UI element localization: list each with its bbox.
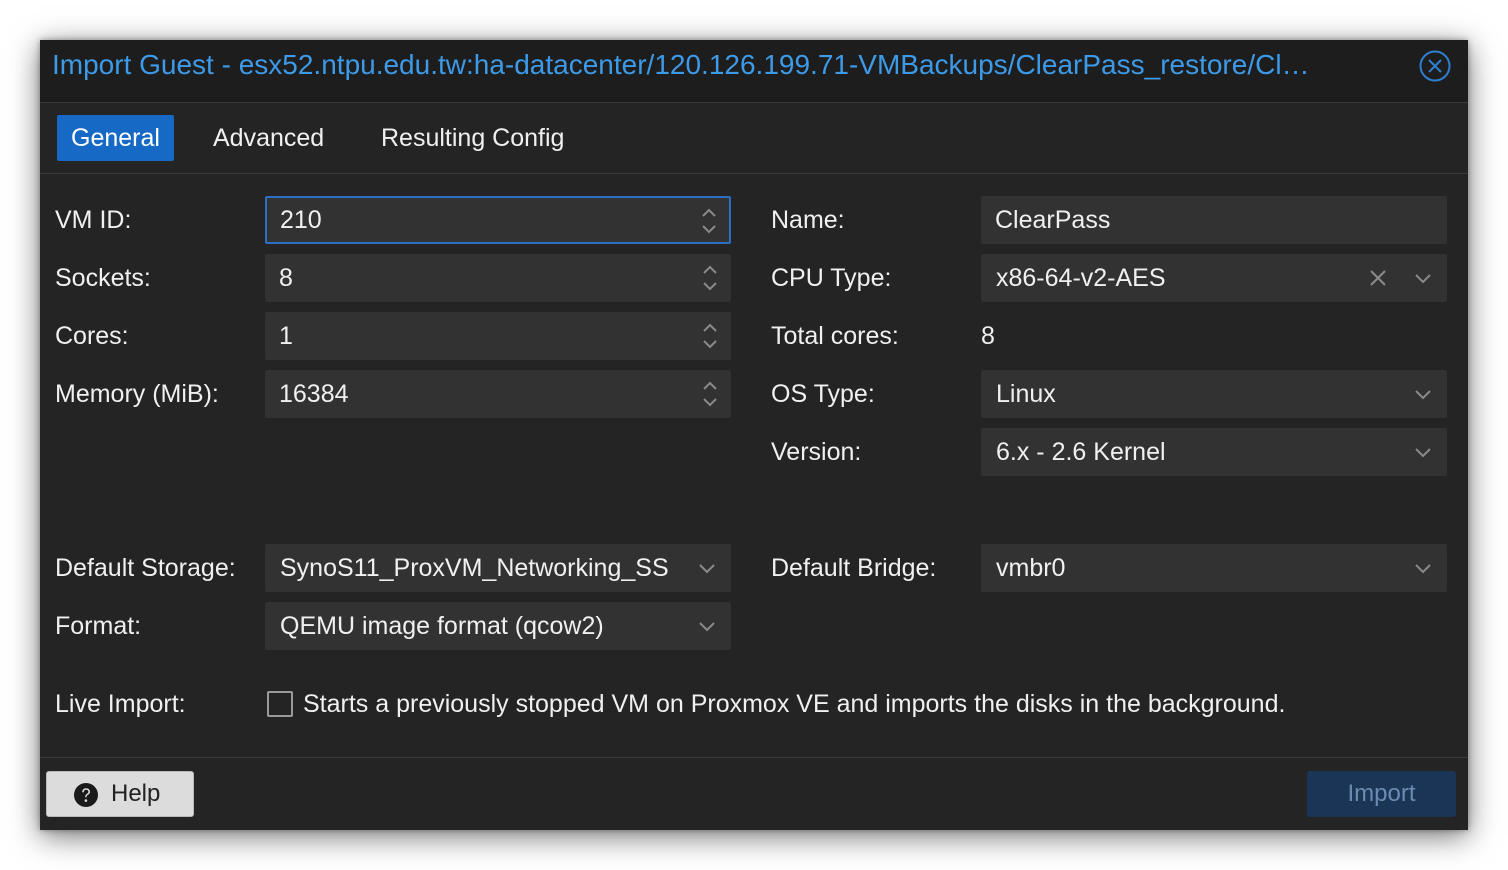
- chevron-down-icon[interactable]: [1414, 269, 1432, 287]
- os-type-select[interactable]: Linux: [981, 370, 1447, 418]
- question-circle-icon: [74, 783, 98, 807]
- version-select[interactable]: 6.x - 2.6 Kernel: [981, 428, 1447, 476]
- cpu-type-label: CPU Type:: [771, 264, 892, 292]
- spinner-arrows-icon[interactable]: [699, 204, 719, 238]
- name-input[interactable]: [982, 197, 1446, 243]
- help-label: Help: [111, 780, 161, 807]
- name-field[interactable]: [981, 196, 1447, 244]
- cpu-type-value: x86-64-v2-AES: [996, 264, 1166, 292]
- memory-label: Memory (MiB):: [55, 380, 219, 408]
- cores-label: Cores:: [55, 322, 129, 350]
- vm-id-label: VM ID:: [55, 206, 132, 234]
- total-cores-value: 8: [981, 322, 995, 350]
- close-circle-icon: [1419, 50, 1451, 82]
- version-value: 6.x - 2.6 Kernel: [996, 438, 1166, 466]
- os-type-value: Linux: [996, 380, 1056, 408]
- tab-general[interactable]: General: [57, 115, 174, 161]
- default-storage-label: Default Storage:: [55, 554, 236, 582]
- chevron-down-icon[interactable]: [698, 559, 716, 577]
- format-value: QEMU image format (qcow2): [280, 612, 604, 640]
- tab-resulting-config[interactable]: Resulting Config: [367, 115, 578, 161]
- default-bridge-value: vmbr0: [996, 554, 1066, 582]
- cores-input[interactable]: [266, 313, 730, 359]
- live-import-checkbox[interactable]: [267, 691, 293, 717]
- chevron-down-icon[interactable]: [698, 617, 716, 635]
- spinner-arrows-icon[interactable]: [700, 377, 720, 411]
- memory-field[interactable]: [265, 370, 731, 418]
- default-storage-value: SynoS11_ProxVM_Networking_SS: [280, 554, 669, 582]
- sockets-label: Sockets:: [55, 264, 151, 292]
- live-import-label: Live Import:: [55, 690, 186, 718]
- sockets-input[interactable]: [266, 255, 730, 301]
- format-select[interactable]: QEMU image format (qcow2): [265, 602, 731, 650]
- chevron-down-icon[interactable]: [1414, 559, 1432, 577]
- live-import-description[interactable]: Starts a previously stopped VM on Proxmo…: [303, 680, 1285, 728]
- vm-id-input[interactable]: [267, 198, 729, 242]
- spinner-arrows-icon[interactable]: [700, 261, 720, 295]
- os-type-label: OS Type:: [771, 380, 875, 408]
- close-button[interactable]: [1418, 49, 1452, 83]
- default-bridge-label: Default Bridge:: [771, 554, 937, 582]
- default-bridge-select[interactable]: vmbr0: [981, 544, 1447, 592]
- dialog-title: Import Guest - esx52.ntpu.edu.tw:ha-data…: [52, 49, 1310, 80]
- import-button[interactable]: Import: [1307, 771, 1456, 817]
- dialog-footer: Help Import: [40, 757, 1468, 831]
- cores-field[interactable]: [265, 312, 731, 360]
- help-button[interactable]: Help: [46, 771, 194, 817]
- chevron-down-icon[interactable]: [1414, 443, 1432, 461]
- sockets-field[interactable]: [265, 254, 731, 302]
- clear-icon[interactable]: [1368, 268, 1388, 288]
- import-guest-dialog: Import Guest - esx52.ntpu.edu.tw:ha-data…: [40, 40, 1468, 830]
- dialog-titlebar: Import Guest - esx52.ntpu.edu.tw:ha-data…: [40, 40, 1468, 103]
- default-storage-select[interactable]: SynoS11_ProxVM_Networking_SS: [265, 544, 731, 592]
- tab-bar: General Advanced Resulting Config: [40, 103, 1468, 174]
- tab-advanced[interactable]: Advanced: [199, 115, 338, 161]
- chevron-down-icon[interactable]: [1414, 385, 1432, 403]
- cpu-type-select[interactable]: x86-64-v2-AES: [981, 254, 1447, 302]
- version-label: Version:: [771, 438, 862, 466]
- name-label: Name:: [771, 206, 845, 234]
- spinner-arrows-icon[interactable]: [700, 319, 720, 353]
- format-label: Format:: [55, 612, 142, 640]
- total-cores-label: Total cores:: [771, 322, 899, 350]
- memory-input[interactable]: [266, 371, 730, 417]
- vm-id-field[interactable]: [265, 196, 731, 244]
